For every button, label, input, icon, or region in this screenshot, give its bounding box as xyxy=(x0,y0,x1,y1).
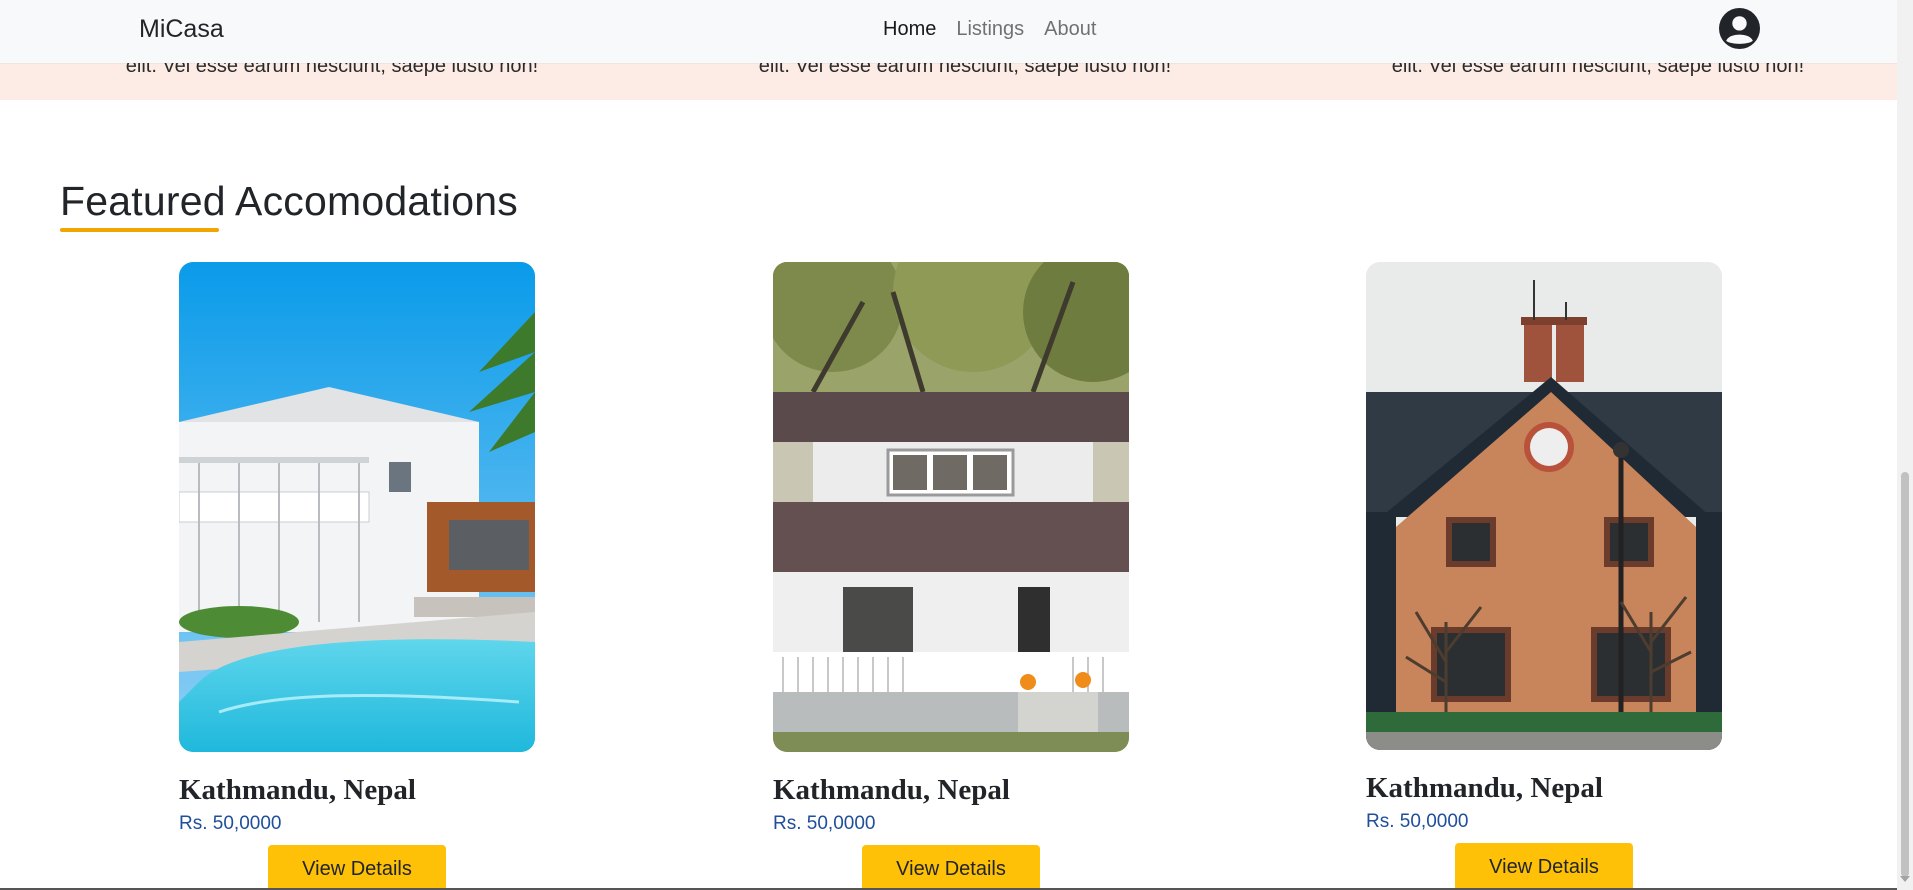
page-scrollbar[interactable] xyxy=(1897,0,1913,890)
scroll-down-icon[interactable] xyxy=(1900,876,1910,882)
card-location: Kathmandu, Nepal xyxy=(1366,772,1603,804)
white-villa-with-pool-photo[interactable] xyxy=(179,262,535,752)
user-circle-icon[interactable] xyxy=(1719,8,1760,49)
nav-links: Home Listings About xyxy=(873,17,1106,41)
brick-house-photo[interactable] xyxy=(1366,262,1722,750)
accommodation-card: Kathmandu, Nepal Rs. 50,0000 View Detail… xyxy=(179,262,535,890)
nav-link-home[interactable]: Home xyxy=(873,17,946,41)
card-price: Rs. 50,0000 xyxy=(179,813,282,834)
scrollbar-thumb[interactable] xyxy=(1901,472,1909,877)
brand-logo[interactable]: MiCasa xyxy=(139,15,224,44)
view-details-button[interactable]: View Details xyxy=(1455,843,1633,890)
nav-link-about[interactable]: About xyxy=(1034,17,1106,41)
view-details-button[interactable]: View Details xyxy=(268,845,446,890)
card-price: Rs. 50,0000 xyxy=(1366,811,1469,832)
accommodation-card: Kathmandu, Nepal Rs. 50,0000 View Detail… xyxy=(1366,262,1722,890)
card-location: Kathmandu, Nepal xyxy=(773,774,1010,806)
accommodation-card: Kathmandu, Nepal Rs. 50,0000 View Detail… xyxy=(773,262,1129,890)
navbar: MiCasa Home Listings About xyxy=(0,0,1897,63)
section-title: Featured Accomodations xyxy=(60,178,518,224)
card-price: Rs. 50,0000 xyxy=(773,813,876,834)
title-underline xyxy=(60,228,219,232)
white-house-with-porch-photo[interactable] xyxy=(773,262,1129,752)
page: elit. Vel esse earum nesciunt, saepe ius… xyxy=(0,0,1913,890)
view-details-button[interactable]: View Details xyxy=(862,845,1040,890)
card-location: Kathmandu, Nepal xyxy=(179,774,416,806)
nav-link-listings[interactable]: Listings xyxy=(946,17,1034,41)
